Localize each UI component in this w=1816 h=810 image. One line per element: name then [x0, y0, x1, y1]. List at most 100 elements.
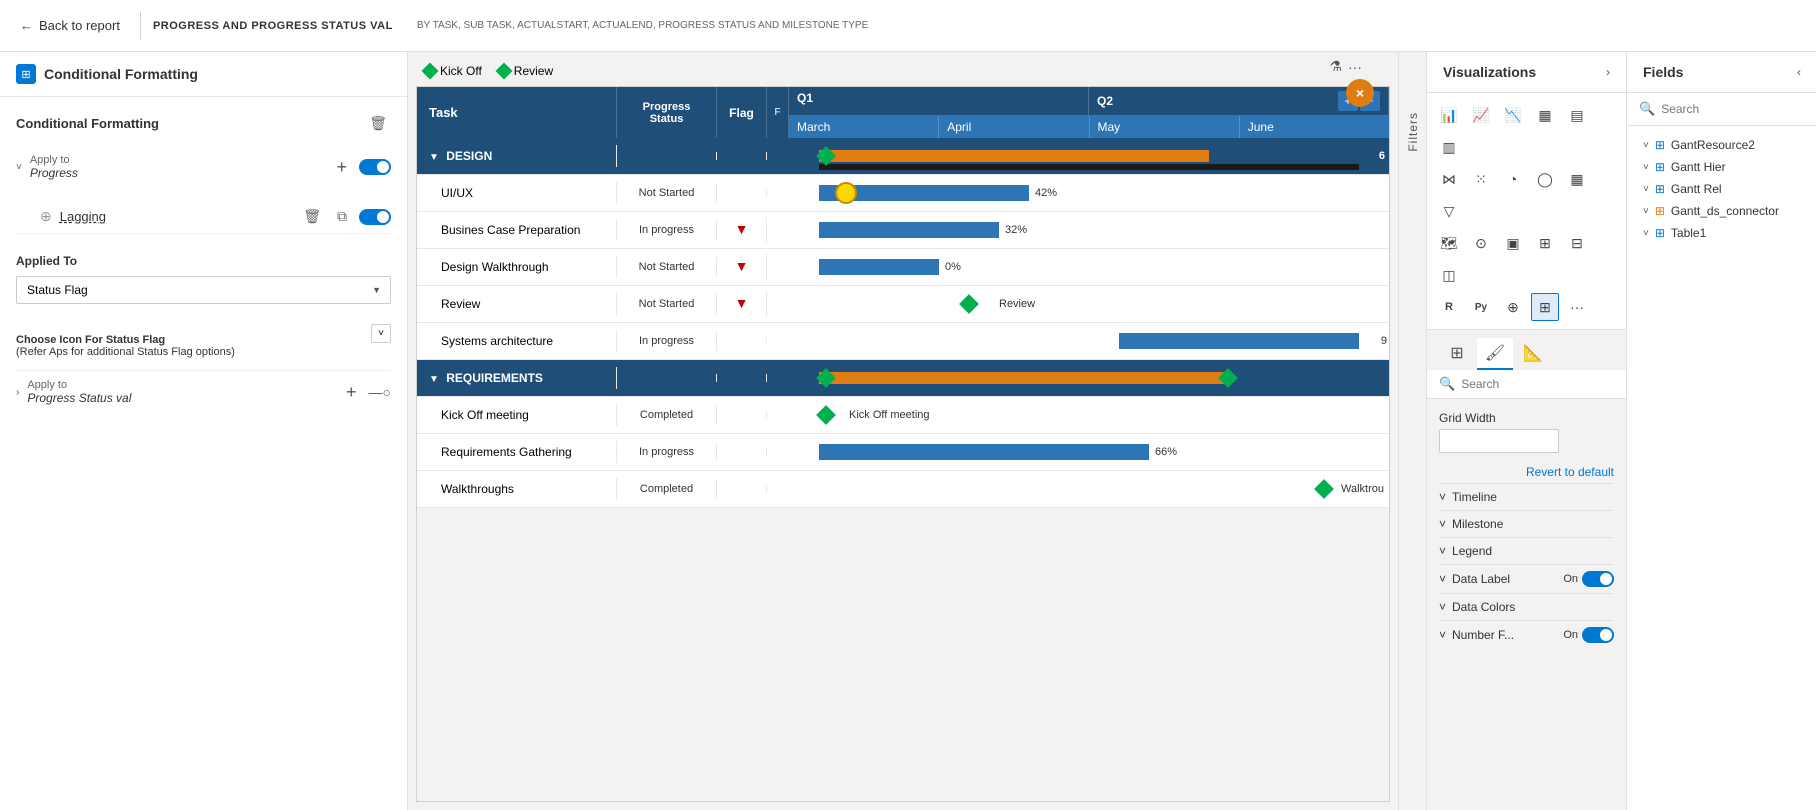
- list-item[interactable]: ˅ ⊞ Gantt_ds_connector: [1627, 200, 1816, 222]
- icon-chevron-button[interactable]: ˅: [371, 324, 391, 343]
- combo-chart-icon[interactable]: ⋈: [1435, 165, 1463, 193]
- add-apply2-button[interactable]: +: [342, 380, 361, 405]
- viz-tab-analytics[interactable]: 📐: [1515, 338, 1551, 370]
- uiux-progress: Not Started: [639, 187, 695, 199]
- cell-flag: [717, 337, 767, 345]
- wt-milestone-label: Walktrou: [1341, 483, 1384, 495]
- data-label-toggle-area: On: [1563, 571, 1614, 587]
- back-arrow-icon: ←: [20, 18, 33, 33]
- apply-to-value: Progress: [30, 166, 78, 180]
- drag-icon[interactable]: ⊕: [40, 208, 52, 225]
- back-to-report-button[interactable]: ← Back to report: [12, 14, 128, 37]
- copy-lagging-button[interactable]: ⧉: [333, 206, 351, 227]
- slicer-icon[interactable]: ◫: [1435, 261, 1463, 289]
- data-label-section[interactable]: ˅ Data Label On: [1439, 564, 1614, 593]
- legend-section[interactable]: ˅ Legend: [1439, 537, 1614, 564]
- cell-progress: Completed: [617, 479, 717, 499]
- right-panel: Visualizations › 📊 📈 📉 ▦ ▤ ▥ ⋈ ⁙ ◔ ◯: [1426, 52, 1816, 810]
- req-collapse-icon[interactable]: ▼: [429, 374, 439, 385]
- gauge-icon[interactable]: ⊙: [1467, 229, 1495, 257]
- table-icon[interactable]: ⊞: [1531, 229, 1559, 257]
- rg-progress: In progress: [639, 446, 694, 458]
- area-chart-icon[interactable]: ▦: [1531, 101, 1559, 129]
- add-apply-button[interactable]: +: [332, 155, 351, 180]
- delete-cf-button[interactable]: 🗑: [365, 113, 391, 134]
- more-viz-icon[interactable]: ···: [1563, 293, 1591, 321]
- fields-search-input[interactable]: [1661, 102, 1816, 116]
- viz-expand-button[interactable]: ›: [1606, 65, 1610, 79]
- custom1-icon[interactable]: ⊕: [1499, 293, 1527, 321]
- legend-kickoff: Kick Off: [424, 64, 482, 78]
- matrix-icon[interactable]: ⊟: [1563, 229, 1591, 257]
- cell-progress: In progress: [617, 442, 717, 462]
- list-item[interactable]: ˅ ⊞ Gantt Rel: [1627, 178, 1816, 200]
- timeline-label: Timeline: [1452, 490, 1497, 504]
- cell-task: UI/UX: [417, 182, 617, 204]
- map-icon[interactable]: 🗺: [1435, 229, 1463, 257]
- status-flag-select[interactable]: Status Flag: [16, 276, 391, 304]
- cf-body: Conditional Formatting 🗑 ˅ Apply to Prog…: [0, 97, 407, 429]
- chevron-down-icon[interactable]: ˅: [16, 162, 22, 173]
- april-label: April: [947, 120, 971, 134]
- py-icon[interactable]: Py: [1467, 293, 1495, 321]
- progress-toggle[interactable]: [359, 159, 391, 175]
- funnel-icon[interactable]: ▽: [1435, 197, 1463, 225]
- group-collapse-icon[interactable]: ▼: [429, 152, 439, 163]
- list-item[interactable]: ˅ ⊞ GantResource2: [1627, 134, 1816, 156]
- viz-tab-format[interactable]: 🖌: [1477, 338, 1513, 370]
- revert-to-default-button[interactable]: Revert to default: [1439, 461, 1614, 483]
- viz-tab-build[interactable]: ⊞: [1439, 338, 1475, 370]
- cell-flag: ▼: [717, 254, 767, 280]
- grid-width-input[interactable]: 1: [1439, 429, 1559, 453]
- lagging-label[interactable]: Lagging: [60, 209, 291, 224]
- treemap-icon[interactable]: ▦: [1563, 165, 1591, 193]
- number-format-toggle[interactable]: [1582, 627, 1614, 643]
- chart-area: Kick Off Review × Task: [408, 52, 1398, 810]
- gantt-scroll-area[interactable]: ▼ DESIGN: [417, 138, 1389, 801]
- data-label-toggle[interactable]: [1582, 571, 1614, 587]
- fields-collapse-button[interactable]: ‹: [1797, 65, 1801, 79]
- donut-chart-icon[interactable]: ◯: [1531, 165, 1559, 193]
- gantt-active-icon[interactable]: ⊞: [1531, 293, 1559, 321]
- header-task: Task: [417, 87, 617, 138]
- review-diamond-icon: [959, 294, 979, 314]
- close-button[interactable]: ×: [1346, 79, 1374, 107]
- scatter-icon[interactable]: ⁙: [1467, 165, 1495, 193]
- bar-chart-icon[interactable]: 📊: [1435, 101, 1463, 129]
- cell-bar: 6: [789, 138, 1389, 174]
- more-options-button[interactable]: ···: [1348, 59, 1362, 75]
- table-icon: ⊞: [1655, 182, 1665, 196]
- stacked-bar-icon[interactable]: ▤: [1563, 101, 1591, 129]
- ds-icon: ⊞: [1655, 204, 1665, 218]
- card-icon[interactable]: ▣: [1499, 229, 1527, 257]
- ribbon-chart-icon[interactable]: ▥: [1435, 133, 1463, 161]
- applied-to-label: Applied To: [16, 254, 391, 268]
- fields-column: Fields ‹ 🔍 ˅ ⊞ GantResource2 ˅ ⊞ Gantt H…: [1627, 52, 1816, 810]
- data-colors-section[interactable]: ˅ Data Colors: [1439, 593, 1614, 620]
- lagging-toggle[interactable]: [359, 209, 391, 225]
- timeline-section[interactable]: ˅ Timeline: [1439, 483, 1614, 510]
- list-item[interactable]: ˅ ⊞ Table1: [1627, 222, 1816, 244]
- list-item[interactable]: ˅ ⊞ Gantt Hier: [1627, 156, 1816, 178]
- expand-icon: ˅: [1643, 206, 1649, 217]
- cf-icon-symbol: ⊞: [21, 68, 30, 81]
- milestone-section[interactable]: ˅ Milestone: [1439, 510, 1614, 537]
- r-icon[interactable]: R: [1435, 293, 1463, 321]
- pie-chart-icon[interactable]: ◔: [1499, 165, 1527, 193]
- chevron-down2-icon[interactable]: ›: [16, 387, 19, 398]
- column-chart-icon[interactable]: 📈: [1467, 101, 1495, 129]
- viz-search-input[interactable]: [1461, 377, 1616, 391]
- filter-button[interactable]: ⚗: [1329, 58, 1342, 75]
- number-format-label: Number F...: [1452, 628, 1514, 642]
- header-march: March: [789, 116, 939, 138]
- header-q1: Q1: [789, 87, 1089, 115]
- header-quarters: Q1 Q2 + − Ma: [789, 87, 1389, 138]
- design-black-bar: [819, 164, 1359, 170]
- viz-title: Visualizations: [1443, 64, 1536, 80]
- cell-bar: 9: [789, 323, 1389, 359]
- number-format-section[interactable]: ˅ Number F... On: [1439, 620, 1614, 649]
- line-chart-icon[interactable]: 📉: [1499, 101, 1527, 129]
- table-row: UI/UX Not Started 42%: [417, 175, 1389, 212]
- key-icon: —○: [369, 384, 391, 400]
- delete-lagging-button[interactable]: 🗑: [299, 206, 325, 227]
